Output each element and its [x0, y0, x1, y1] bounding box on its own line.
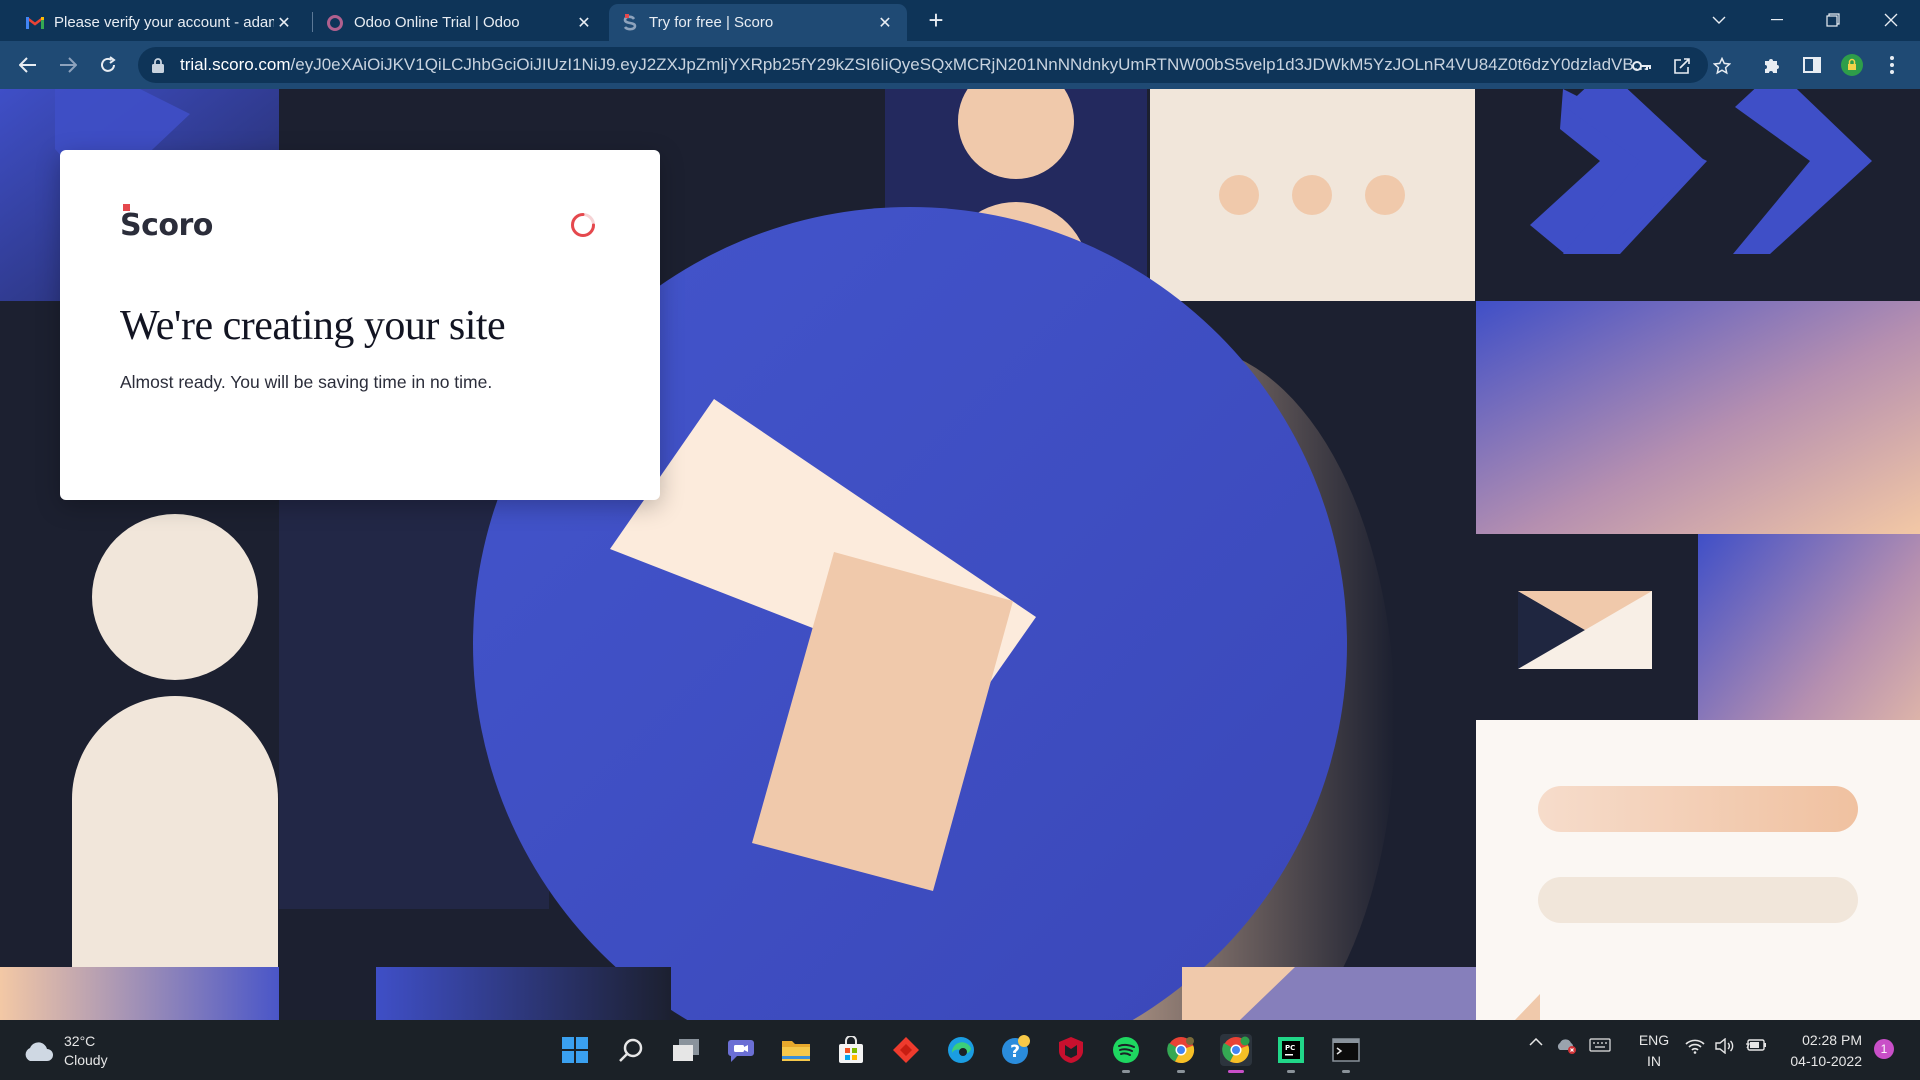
url-path: /eyJ0eXAiOiJKV1QiLCJhbGciOiJIUzI1NiJ9.ey… — [290, 55, 1648, 74]
file-explorer-icon[interactable] — [780, 1034, 812, 1066]
odoo-icon — [326, 14, 344, 32]
lang-region: IN — [1647, 1053, 1661, 1069]
page-title: We're creating your site — [120, 303, 506, 349]
svg-text:PC: PC — [1285, 1044, 1295, 1052]
tab-title: Odoo Online Trial | Odoo — [354, 14, 520, 31]
chevron-down-icon[interactable] — [1696, 4, 1742, 36]
loading-spinner-icon — [571, 213, 595, 237]
running-indicator — [1287, 1070, 1295, 1073]
minimize-button[interactable] — [1754, 4, 1800, 36]
logo-text: Scoro — [120, 208, 213, 243]
chevron-up-icon[interactable] — [1526, 1038, 1546, 1046]
logo-mark — [123, 204, 130, 211]
terminal-icon[interactable] — [1330, 1034, 1362, 1066]
clock-time: 02:28 PM — [1802, 1032, 1862, 1048]
close-window-button[interactable] — [1868, 4, 1914, 36]
key-icon[interactable] — [1632, 56, 1652, 76]
battery-charging-icon[interactable] — [1744, 1038, 1768, 1052]
restore-button[interactable] — [1810, 4, 1856, 36]
pycharm-icon[interactable]: PC — [1275, 1034, 1307, 1066]
volume-icon[interactable] — [1714, 1038, 1736, 1054]
weather-widget[interactable]: 32°C Cloudy — [22, 1032, 108, 1070]
tab-separator — [312, 12, 313, 32]
svg-text:?: ? — [1010, 1042, 1020, 1062]
search-icon[interactable] — [615, 1034, 647, 1066]
bookmark-star-icon[interactable] — [1712, 56, 1732, 76]
browser-toolbar: trial.scoro.com/eyJ0eXAiOiJKV1QiLCJhbGci… — [0, 41, 1920, 89]
running-indicator — [1122, 1070, 1130, 1073]
menu-kebab-icon[interactable] — [1880, 53, 1904, 77]
help-icon[interactable]: ? — [1000, 1034, 1032, 1066]
tab-title: Try for free | Scoro — [649, 14, 774, 31]
new-tab-button[interactable]: + — [924, 7, 948, 33]
side-panel-icon[interactable] — [1800, 53, 1824, 77]
close-icon[interactable]: ✕ — [574, 13, 594, 33]
status-message: Almost ready. You will be saving time in… — [120, 372, 493, 392]
keyboard-icon[interactable] — [1588, 1038, 1612, 1052]
chrome-icon[interactable] — [1220, 1034, 1252, 1066]
spotify-icon[interactable] — [1110, 1034, 1142, 1066]
wifi-icon[interactable] — [1684, 1038, 1706, 1054]
share-icon[interactable] — [1672, 56, 1692, 76]
notification-badge[interactable]: 1 — [1874, 1039, 1894, 1059]
active-indicator — [1228, 1070, 1244, 1073]
tab-odoo[interactable]: Odoo Online Trial | Odoo ✕ — [314, 4, 606, 41]
loading-card: Scoro We're creating your site Almost re… — [60, 150, 660, 500]
close-icon[interactable]: ✕ — [875, 13, 895, 33]
anydesk-icon[interactable] — [890, 1034, 922, 1066]
cloud-icon — [25, 1042, 53, 1061]
url-host: trial.scoro.com — [180, 55, 291, 74]
clock-date: 04-10-2022 — [1790, 1053, 1862, 1069]
forward-button[interactable] — [54, 51, 82, 79]
scoro-logo: Scoro — [120, 204, 213, 243]
onedrive-error-icon[interactable] — [1554, 1038, 1578, 1054]
reload-button[interactable] — [94, 51, 122, 79]
mcafee-icon[interactable] — [1055, 1034, 1087, 1066]
start-windows-icon[interactable] — [559, 1034, 591, 1066]
tab-strip: Please verify your account - adam ✕ Odoo… — [0, 0, 1920, 41]
lang-code: ENG — [1638, 1032, 1670, 1048]
weather-desc: Cloudy — [64, 1052, 108, 1068]
edge-browser-icon[interactable] — [945, 1034, 977, 1066]
system-clock[interactable]: 02:28 PM 04-10-2022 — [1782, 1030, 1862, 1072]
chrome-icon[interactable] — [1165, 1034, 1197, 1066]
extensions-puzzle-icon[interactable] — [1760, 53, 1784, 77]
running-indicator — [1342, 1070, 1350, 1073]
scoro-icon — [621, 13, 639, 32]
tab-title: Please verify your account - adam — [54, 14, 274, 31]
tab-gmail[interactable]: Please verify your account - adam ✕ — [14, 4, 306, 41]
profile-avatar-icon[interactable] — [1840, 53, 1864, 77]
windows-taskbar: 32°C Cloudy ? PC ENG IN 02:28 PM 04-10-2… — [0, 1020, 1920, 1080]
page-viewport: Scoro We're creating your site Almost re… — [0, 89, 1920, 1020]
running-indicator — [1177, 1070, 1185, 1073]
tab-scoro[interactable]: Try for free | Scoro ✕ — [609, 4, 907, 41]
teams-chat-icon[interactable] — [725, 1034, 757, 1066]
url-text[interactable]: trial.scoro.com/eyJ0eXAiOiJKV1QiLCJhbGci… — [180, 55, 1650, 75]
task-view-icon[interactable] — [670, 1034, 702, 1066]
language-indicator[interactable]: ENG IN — [1634, 1030, 1674, 1072]
lock-icon[interactable] — [150, 57, 166, 73]
close-icon[interactable]: ✕ — [274, 13, 294, 33]
weather-temp: 32°C — [64, 1033, 96, 1049]
back-button[interactable] — [14, 51, 42, 79]
address-bar[interactable]: trial.scoro.com/eyJ0eXAiOiJKV1QiLCJhbGci… — [138, 47, 1731, 83]
store-icon[interactable] — [835, 1034, 867, 1066]
gmail-icon — [26, 14, 44, 32]
